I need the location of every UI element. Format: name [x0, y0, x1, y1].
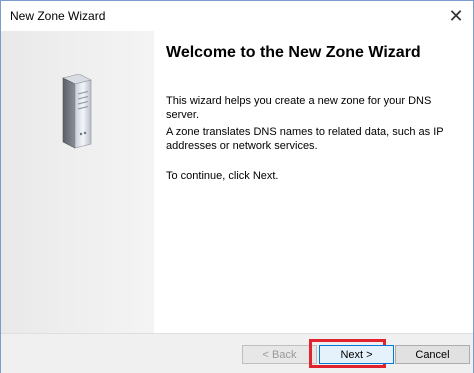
close-icon[interactable]: ✕	[445, 5, 467, 27]
new-zone-wizard-window: New Zone Wizard ✕ Welcome to the New Zon…	[0, 0, 474, 373]
page-title: Welcome to the New Zone Wizard	[166, 44, 421, 61]
window-title: New Zone Wizard	[10, 9, 106, 23]
title-bar: New Zone Wizard ✕	[1, 1, 473, 31]
server-icon	[62, 74, 92, 149]
wizard-button-bar: < Back Next > Cancel	[1, 333, 473, 373]
wizard-content: Welcome to the New Zone Wizard This wiza…	[154, 31, 473, 333]
zone-explanation-paragraph: A zone translates DNS names to related d…	[166, 126, 444, 152]
cancel-button[interactable]: Cancel	[395, 345, 470, 364]
continue-instruction: To continue, click Next.	[166, 170, 279, 182]
next-button[interactable]: Next >	[319, 345, 394, 364]
back-button[interactable]: < Back	[242, 345, 317, 364]
description-paragraph: This wizard helps you create a new zone …	[166, 95, 432, 121]
wizard-side-panel	[1, 31, 154, 333]
